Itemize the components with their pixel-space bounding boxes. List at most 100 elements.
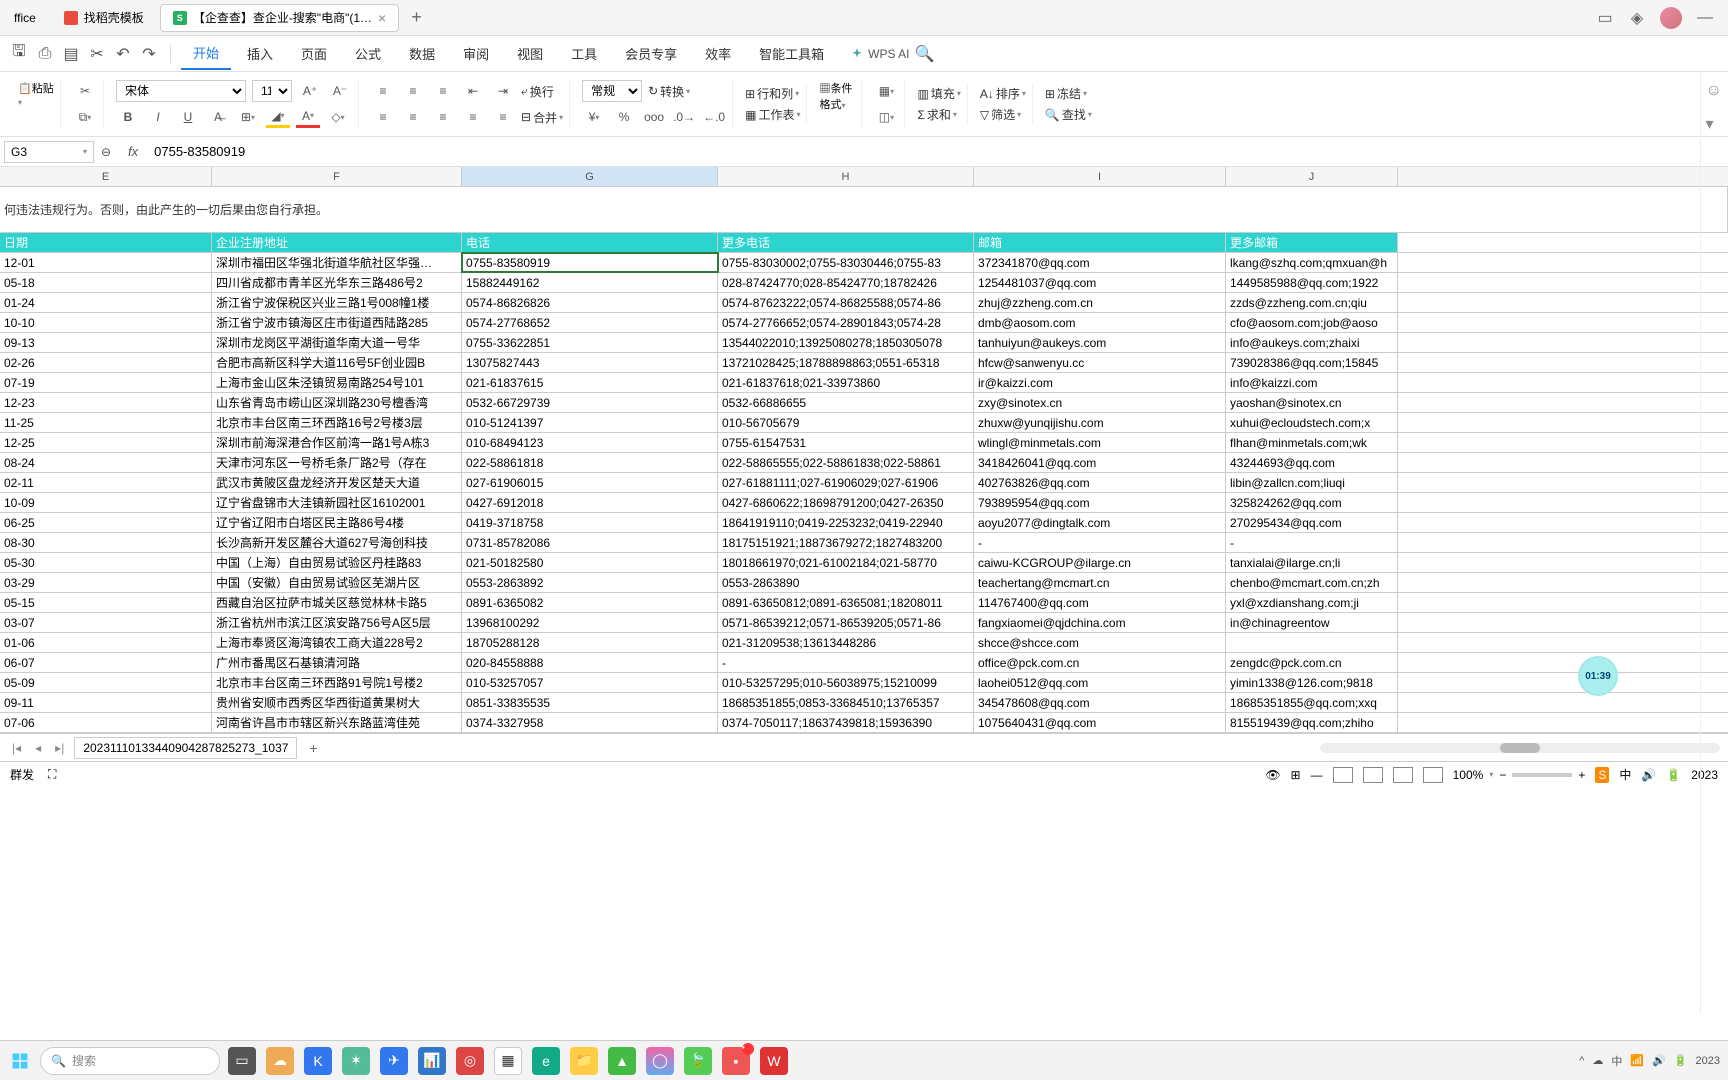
- cell[interactable]: 0532-66729739: [462, 393, 718, 412]
- merge-button[interactable]: ⊟ 合并▾: [521, 109, 563, 126]
- cell[interactable]: 022-58865555;022-58861838;022-58861: [718, 453, 974, 472]
- cell[interactable]: 长沙高新开发区麓谷大道627号海创科技: [212, 533, 462, 552]
- user-avatar[interactable]: [1660, 7, 1682, 29]
- cell[interactable]: 010-68494123: [462, 433, 718, 452]
- decrease-font-icon[interactable]: A⁻: [328, 80, 352, 102]
- align-justify-icon[interactable]: ≡: [461, 106, 485, 128]
- cancel-formula-icon[interactable]: ⊖: [94, 141, 118, 163]
- header-date[interactable]: 日期: [0, 233, 212, 252]
- cell[interactable]: 0755-83030002;0755-83030446;0755-83: [718, 253, 974, 272]
- cell[interactable]: 09-11: [0, 693, 212, 712]
- app-rings-icon[interactable]: ◯: [646, 1047, 674, 1075]
- cell[interactable]: 325824262@qq.com: [1226, 493, 1398, 512]
- indent-inc-icon[interactable]: ⇥: [491, 80, 515, 102]
- cell[interactable]: 03-29: [0, 573, 212, 592]
- cell[interactable]: -: [1226, 533, 1398, 552]
- header-more-phone[interactable]: 更多电话: [718, 233, 974, 252]
- undo-icon[interactable]: ↶: [112, 43, 134, 65]
- close-icon[interactable]: ×: [378, 10, 386, 26]
- col-header-f[interactable]: F: [212, 167, 462, 186]
- filter-button[interactable]: ▽ 筛选▾: [980, 106, 1021, 123]
- cell[interactable]: 北京市丰台区南三环西路16号2号楼3层: [212, 413, 462, 432]
- cell[interactable]: 0574-27766652;0574-28901843;0574-28: [718, 313, 974, 332]
- cell[interactable]: info@kaizzi.com: [1226, 373, 1398, 392]
- cell[interactable]: 0374-3327958: [462, 713, 718, 732]
- cell[interactable]: 13075827443: [462, 353, 718, 372]
- cell[interactable]: [1226, 633, 1398, 652]
- cell[interactable]: 815519439@qq.com;zhiho: [1226, 713, 1398, 732]
- cut-icon[interactable]: ✂: [86, 43, 108, 65]
- table-row[interactable]: 02-26合肥市高新区科学大道116号5F创业园B130758274431372…: [0, 353, 1728, 373]
- table-row[interactable]: 12-23山东省青岛市崂山区深圳路230号檀香湾0532-66729739053…: [0, 393, 1728, 413]
- cell[interactable]: 0571-86539212;0571-86539205;0571-86: [718, 613, 974, 632]
- bold-icon[interactable]: B: [116, 106, 140, 128]
- header-address[interactable]: 企业注册地址: [212, 233, 462, 252]
- table-row[interactable]: 09-11贵州省安顺市西秀区华西街道黄果树大0851-3383553518685…: [0, 693, 1728, 713]
- col-header-g[interactable]: G: [462, 167, 718, 186]
- cell[interactable]: 浙江省宁波市镇海区庄市街道西陆路285: [212, 313, 462, 332]
- folder-icon[interactable]: 📁: [570, 1047, 598, 1075]
- menu-data[interactable]: 数据: [397, 38, 447, 69]
- cell[interactable]: wlingl@minmetals.com: [974, 433, 1226, 452]
- menu-smart-toolbox[interactable]: 智能工具箱: [747, 38, 836, 69]
- cell[interactable]: 021-61837615: [462, 373, 718, 392]
- redo-icon[interactable]: ↷: [138, 43, 160, 65]
- ime-icon[interactable]: S: [1595, 767, 1609, 783]
- cube-icon[interactable]: ◈: [1628, 9, 1646, 27]
- cell[interactable]: flhan@minmetals.com;wk: [1226, 433, 1398, 452]
- cell[interactable]: 1254481037@qq.com: [974, 273, 1226, 292]
- cell[interactable]: 深圳市前海深港合作区前湾一路1号A栋3: [212, 433, 462, 452]
- table-row[interactable]: 12-01深圳市福田区华强北街道华航社区华强…0755-83580919✛075…: [0, 253, 1728, 273]
- font-select[interactable]: 宋体: [116, 80, 246, 102]
- table-row[interactable]: 08-30长沙高新开发区麓谷大道627号海创科技0731-85782086181…: [0, 533, 1728, 553]
- taskbar-search[interactable]: 🔍 搜索: [40, 1047, 220, 1075]
- cell[interactable]: 10-10: [0, 313, 212, 332]
- menu-tools[interactable]: 工具: [559, 38, 609, 69]
- menu-member[interactable]: 会员专享: [613, 38, 689, 69]
- cell[interactable]: info@aukeys.com;zhaixi: [1226, 333, 1398, 352]
- note-cell[interactable]: 何违法违规行为。否则，由此产生的一切后果由您自行承担。: [0, 187, 1728, 232]
- cell[interactable]: 四川省成都市青羊区光华东三路486号2: [212, 273, 462, 292]
- sort-button[interactable]: A↓ 排序▾: [980, 85, 1026, 102]
- cell[interactable]: ir@kaizzi.com: [974, 373, 1226, 392]
- cell[interactable]: 03-07: [0, 613, 212, 632]
- app-wechat-icon[interactable]: ✶: [342, 1047, 370, 1075]
- cell[interactable]: 18705288128: [462, 633, 718, 652]
- cell[interactable]: 402763826@qq.com: [974, 473, 1226, 492]
- cell[interactable]: laohei0512@qq.com: [974, 673, 1226, 692]
- cell[interactable]: 43244693@qq.com: [1226, 453, 1398, 472]
- paste-button[interactable]: 📋粘贴▾: [18, 80, 54, 128]
- tab-office[interactable]: ffice: [2, 4, 48, 32]
- sheet-next-icon[interactable]: ▸|: [51, 741, 68, 755]
- table-row[interactable]: 11-25北京市丰台区南三环西路16号2号楼3层010-51241397010-…: [0, 413, 1728, 433]
- cell[interactable]: 022-58861818: [462, 453, 718, 472]
- cell[interactable]: 辽宁省辽阳市白塔区民主路86号4楼: [212, 513, 462, 532]
- table-row[interactable]: 02-11武汉市黄陂区盘龙经济开发区楚天大道027-61906015027-61…: [0, 473, 1728, 493]
- cell[interactable]: 027-61881111;027-61906029;027-61906: [718, 473, 974, 492]
- reader-icon[interactable]: ▭: [1596, 9, 1614, 27]
- cell[interactable]: 13968100292: [462, 613, 718, 632]
- cell[interactable]: 1449585988@qq.com;1922: [1226, 273, 1398, 292]
- battery-icon[interactable]: 🔋: [1666, 768, 1681, 782]
- cell[interactable]: 12-23: [0, 393, 212, 412]
- table-row[interactable]: 07-19上海市金山区朱泾镇贸易南路254号101021-61837615021…: [0, 373, 1728, 393]
- cell[interactable]: 010-53257295;010-56038975;15210099: [718, 673, 974, 692]
- cell[interactable]: teachertang@mcmart.cn: [974, 573, 1226, 592]
- view-break-icon[interactable]: [1393, 767, 1413, 783]
- cell[interactable]: zxy@sinotex.cn: [974, 393, 1226, 412]
- font-color-icon[interactable]: A▾: [296, 106, 320, 128]
- spreadsheet-grid[interactable]: E F G H I J 何违法违规行为。否则，由此产生的一切后果由您自行承担。 …: [0, 167, 1728, 733]
- view-normal-icon[interactable]: [1333, 767, 1353, 783]
- cell-style-icon[interactable]: ◫▾: [874, 106, 898, 128]
- tray-lang-icon[interactable]: 中: [1611, 1053, 1622, 1069]
- cell[interactable]: 0891-6365082: [462, 593, 718, 612]
- cell[interactable]: 3418426041@qq.com: [974, 453, 1226, 472]
- tray-wifi-icon[interactable]: 📶: [1630, 1054, 1644, 1067]
- cell[interactable]: cfo@aosom.com;job@aoso: [1226, 313, 1398, 332]
- system-tray[interactable]: ^ ☁ 中 📶 🔊 🔋 2023: [1579, 1053, 1720, 1069]
- cell[interactable]: 西藏自治区拉萨市城关区慈觉林林卡路5: [212, 593, 462, 612]
- cell[interactable]: 13544022010;13925080278;1850305078: [718, 333, 974, 352]
- app-doc-icon[interactable]: ▪•: [722, 1047, 750, 1075]
- menu-review[interactable]: 审阅: [451, 38, 501, 69]
- tray-cloud-icon[interactable]: ☁: [1592, 1054, 1603, 1067]
